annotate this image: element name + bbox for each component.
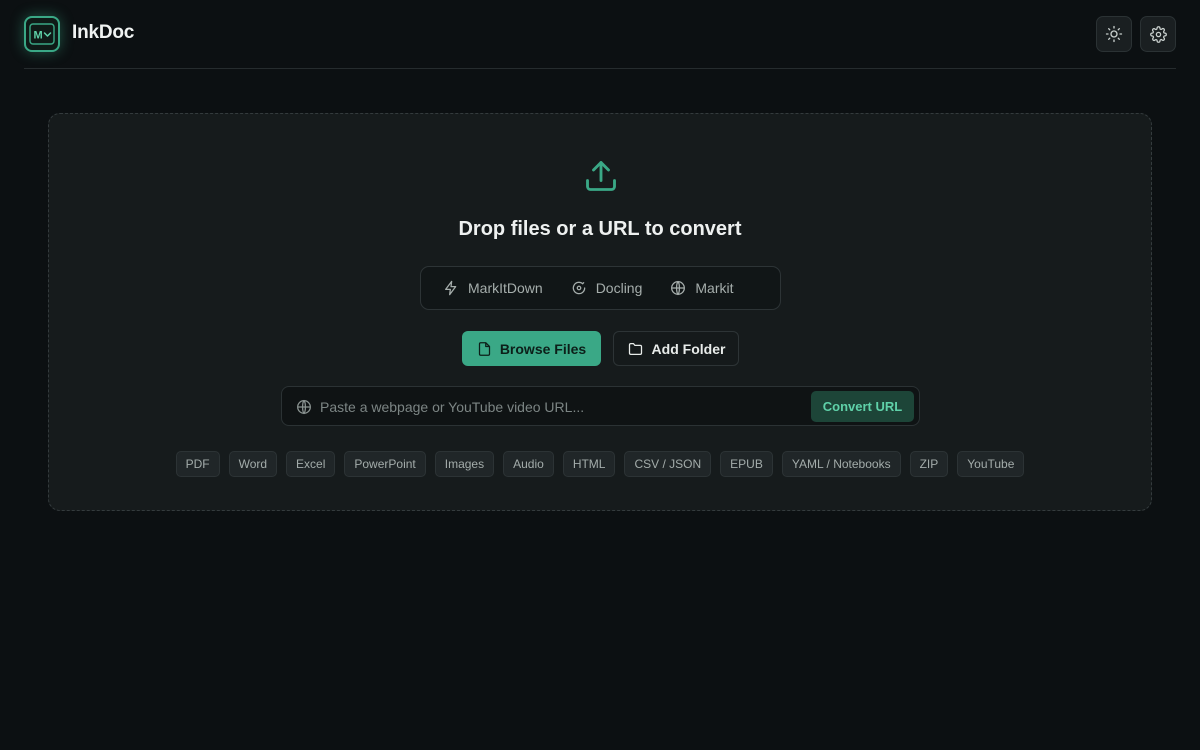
format-chip: Images xyxy=(434,451,495,477)
gear-icon xyxy=(1149,25,1167,43)
format-chip: Audio xyxy=(503,451,554,477)
format-chip: CSV / JSON xyxy=(624,451,712,477)
dropzone-title: Drop files or a URL to convert xyxy=(458,218,742,240)
logo-letter: M xyxy=(34,30,43,42)
app-title: InkDoc xyxy=(72,22,135,43)
file-icon xyxy=(478,341,490,356)
format-chip: ZIP xyxy=(909,451,949,477)
engine-label: Docling xyxy=(595,280,643,296)
add-folder-button[interactable]: Add Folder xyxy=(613,331,739,366)
browse-files-button[interactable]: Browse Files xyxy=(462,331,601,366)
format-chip: YAML / Notebooks xyxy=(781,451,901,477)
file-dropzone[interactable]: Drop files or a URL to convert MarkItDow… xyxy=(48,113,1152,511)
logo-icon: M xyxy=(29,23,55,45)
format-chip: PDF xyxy=(175,451,220,477)
lightning-icon xyxy=(445,280,457,296)
url-bar: Convert URL xyxy=(281,386,920,426)
engine-option-markitdown[interactable]: MarkItDown xyxy=(429,271,557,305)
format-chip: PowerPoint xyxy=(344,451,426,477)
engine-option-docling[interactable]: Docling xyxy=(557,271,657,305)
engine-label: Markit xyxy=(695,280,734,296)
url-input[interactable] xyxy=(320,393,800,421)
theme-toggle-button[interactable] xyxy=(1096,16,1132,52)
add-folder-label: Add Folder xyxy=(651,340,726,357)
globe-icon xyxy=(671,280,686,296)
format-chip: YouTube xyxy=(957,451,1025,477)
format-chip: Word xyxy=(228,451,278,477)
browse-files-label: Browse Files xyxy=(499,340,587,357)
upload-icon xyxy=(586,161,616,191)
folder-icon xyxy=(628,342,642,355)
engine-option-markit[interactable]: Markit xyxy=(656,271,747,305)
settings-button[interactable] xyxy=(1140,16,1176,52)
app-logo[interactable]: M xyxy=(24,16,60,52)
format-chip: Excel xyxy=(286,451,336,477)
supported-formats: PDF Word Excel PowerPoint Images Audio H… xyxy=(49,451,1151,477)
format-chip: EPUB xyxy=(720,451,773,477)
docling-icon xyxy=(572,281,585,295)
app-header: M InkDoc xyxy=(24,0,1176,69)
engine-label: MarkItDown xyxy=(468,280,543,296)
engine-selector: MarkItDown Docling Markit xyxy=(420,266,781,310)
format-chip: HTML xyxy=(562,451,616,477)
convert-url-button[interactable]: Convert URL xyxy=(811,391,914,422)
globe-icon xyxy=(297,399,311,415)
action-buttons: Browse Files Add Folder xyxy=(49,331,1151,366)
sun-icon xyxy=(1105,25,1123,43)
